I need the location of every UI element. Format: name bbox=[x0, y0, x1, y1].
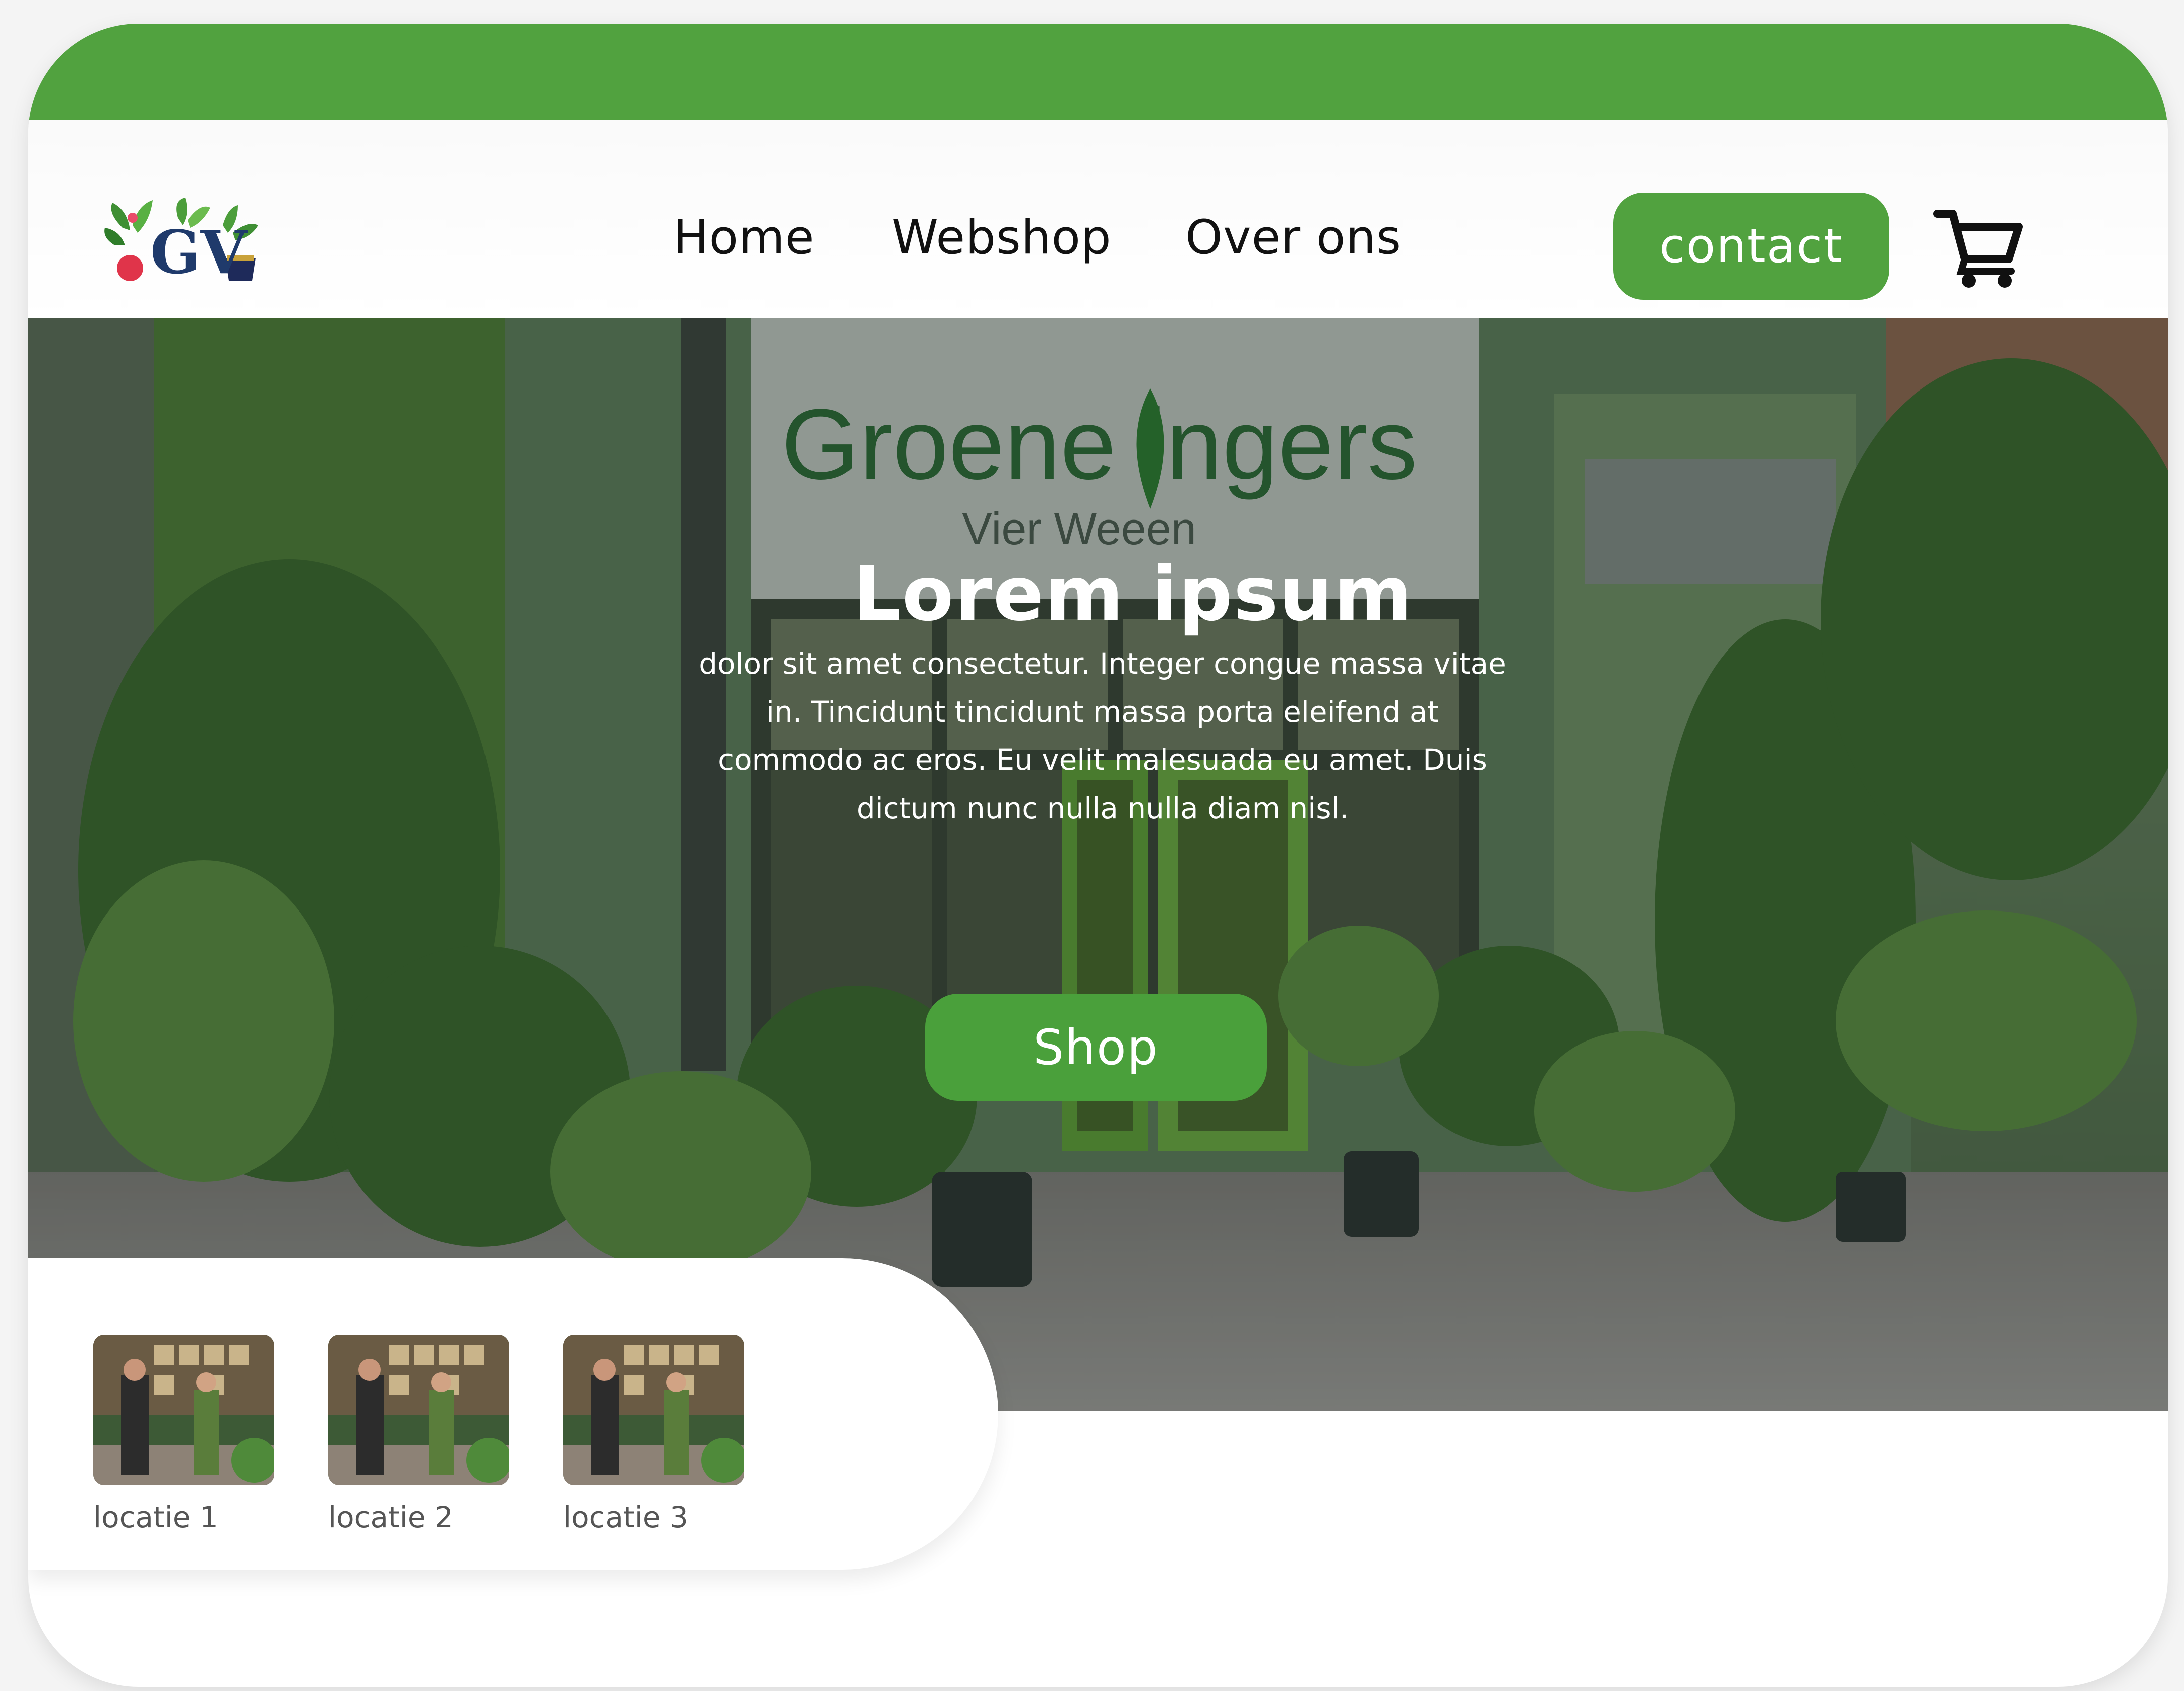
hero-title: Lorem ipsum bbox=[853, 551, 1414, 638]
hero-description: dolor sit amet consectetur. Integer cong… bbox=[699, 646, 1506, 825]
location-label: locatie 2 bbox=[328, 1500, 453, 1534]
site-header: GV Home Webshop Over ons contact bbox=[28, 120, 2168, 318]
location-card-1[interactable]: locatie 1 bbox=[93, 1335, 274, 1534]
location-thumbnail bbox=[563, 1335, 744, 1485]
location-card-2[interactable]: locatie 2 bbox=[328, 1335, 509, 1534]
location-card-3[interactable]: locatie 3 bbox=[563, 1335, 744, 1534]
location-thumbnail bbox=[328, 1335, 509, 1485]
nav-home[interactable]: Home bbox=[673, 210, 815, 265]
hero-storefront-image: Groene ingers Vier Weeen bbox=[28, 318, 2168, 1411]
top-accent-bar bbox=[28, 24, 2168, 120]
nav-webshop[interactable]: Webshop bbox=[892, 210, 1112, 265]
location-thumbnail bbox=[93, 1335, 274, 1485]
contact-button[interactable]: contact bbox=[1613, 193, 1889, 300]
browser-frame: GV Home Webshop Over ons contact Groene … bbox=[28, 24, 2168, 1687]
nav-over-ons[interactable]: Over ons bbox=[1185, 210, 1401, 265]
location-label: locatie 3 bbox=[563, 1500, 688, 1534]
shopping-cart-icon[interactable] bbox=[1933, 203, 2024, 288]
shop-button[interactable]: Shop bbox=[925, 994, 1267, 1101]
locations-panel: locatie 1 locatie 2 locatie 3 bbox=[28, 1258, 998, 1570]
gv-logo[interactable]: GV bbox=[102, 198, 268, 286]
location-label: locatie 1 bbox=[93, 1500, 218, 1534]
logo-text: GV bbox=[150, 217, 248, 286]
hero-banner: Groene ingers Vier Weeen Lorem ipsum dol… bbox=[28, 318, 2168, 1411]
